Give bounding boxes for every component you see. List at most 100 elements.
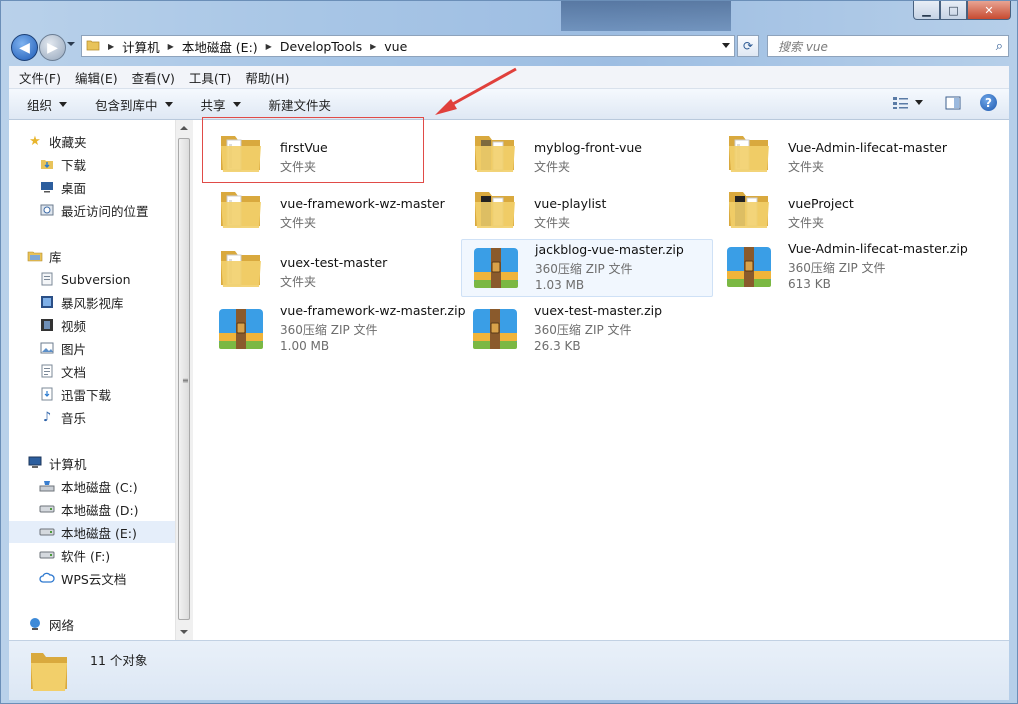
nav-scrollbar[interactable]: ≡ — [175, 120, 193, 640]
nav-downloads[interactable]: 下载 — [39, 153, 86, 175]
chevron-right-icon[interactable]: ▶ — [370, 42, 376, 51]
file-item[interactable]: jackblog-vue-master.zip 360压缩 ZIP 文件 1.0… — [461, 239, 713, 297]
organize-button[interactable]: 组织 — [27, 95, 68, 114]
file-type: 文件夹 — [534, 216, 571, 230]
folder-icon — [469, 182, 521, 234]
video-library-icon — [39, 294, 55, 310]
nav-desktop-label: 桌面 — [61, 180, 87, 196]
menu-help[interactable]: 帮助(H) — [245, 68, 289, 87]
file-name: Vue-Admin-lifecat-master — [788, 140, 947, 155]
breadcrumb-computer[interactable]: 计算机 — [122, 37, 160, 56]
view-options-icon[interactable] — [892, 95, 910, 111]
scroll-thumb[interactable]: ≡ — [178, 138, 190, 620]
forward-button[interactable]: ▶ — [39, 34, 66, 61]
new-folder-button[interactable]: 新建文件夹 — [269, 95, 332, 114]
nav-network[interactable]: 网络 — [27, 613, 74, 635]
nav-drive-f-label: 软件 (F:) — [61, 548, 111, 564]
window-controls: ▁ □ ✕ — [913, 1, 1011, 20]
library-icon — [27, 248, 43, 264]
file-name: Vue-Admin-lifecat-master.zip — [788, 241, 968, 256]
nav-subversion-label: Subversion — [61, 271, 131, 287]
download-doc-icon — [39, 386, 55, 402]
file-item[interactable]: vue-framework-wz-master.zip 360压缩 ZIP 文件… — [207, 301, 466, 357]
breadcrumb-vue[interactable]: vue — [384, 39, 407, 54]
help-icon[interactable]: ? — [980, 94, 997, 111]
file-name: vue-playlist — [534, 196, 607, 211]
file-item[interactable]: vue-playlist 文件夹 — [461, 180, 711, 236]
drive-icon — [39, 501, 55, 517]
nav-pictures[interactable]: 图片 — [39, 337, 86, 359]
menu-edit[interactable]: 编辑(E) — [75, 68, 118, 87]
scroll-down-icon[interactable] — [180, 630, 188, 634]
nav-drive-f[interactable]: 软件 (F:) — [39, 544, 110, 566]
chevron-right-icon[interactable]: ▶ — [108, 42, 114, 51]
breadcrumb-developtools[interactable]: DevelopTools — [280, 39, 362, 54]
back-button[interactable]: ◀ — [11, 34, 38, 61]
history-dropdown-icon[interactable] — [67, 42, 75, 46]
nav-computer[interactable]: 计算机 — [27, 452, 87, 474]
search-icon[interactable]: ⌕ — [996, 39, 1003, 54]
close-button[interactable]: ✕ — [967, 1, 1011, 20]
file-item[interactable]: vuex-test-master 文件夹 — [207, 239, 457, 295]
chevron-right-icon[interactable]: ▶ — [266, 42, 272, 51]
nav-favorites[interactable]: ★ 收藏夹 — [27, 130, 86, 152]
nav-baofeng[interactable]: 暴风影视库 — [39, 291, 124, 313]
file-item[interactable]: vuex-test-master.zip 360压缩 ZIP 文件 26.3 K… — [461, 301, 711, 357]
zip-archive-icon — [469, 303, 521, 355]
scroll-up-icon[interactable] — [180, 126, 188, 130]
nav-videos-label: 视频 — [61, 318, 87, 334]
menu-view[interactable]: 查看(V) — [132, 68, 175, 87]
nav-documents[interactable]: 文档 — [39, 360, 86, 382]
highlight-box — [202, 117, 424, 183]
minimize-button[interactable]: ▁ — [913, 1, 940, 20]
nav-videos[interactable]: 视频 — [39, 314, 86, 336]
desktop-icon — [39, 179, 55, 195]
file-list: firstVue 文件夹 myblog-front-vue 文件夹 Vue-Ad… — [193, 120, 1009, 640]
include-library-button[interactable]: 包含到库中 — [95, 95, 173, 114]
nav-subversion[interactable]: Subversion — [39, 268, 131, 290]
nav-music[interactable]: ♪ 音乐 — [39, 406, 86, 428]
file-name: vue-framework-wz-master — [280, 196, 445, 211]
file-name: vuex-test-master.zip — [534, 303, 663, 318]
nav-xunlei[interactable]: 迅雷下载 — [39, 383, 111, 405]
file-size: 1.00 MB — [280, 339, 330, 353]
nav-drive-c[interactable]: 本地磁盘 (C:) — [39, 475, 138, 497]
document-icon — [39, 363, 55, 379]
title-bar[interactable]: ▁ □ ✕ — [1, 1, 1017, 31]
file-item[interactable]: Vue-Admin-lifecat-master 文件夹 — [715, 124, 965, 180]
chevron-right-icon[interactable]: ▶ — [168, 42, 174, 51]
chevron-down-icon — [164, 101, 173, 107]
address-dropdown-icon[interactable] — [722, 43, 730, 48]
nav-wps[interactable]: WPS云文档 — [39, 567, 126, 589]
view-dropdown-icon[interactable] — [914, 95, 924, 111]
include-library-label: 包含到库中 — [95, 97, 158, 113]
file-type: 文件夹 — [534, 160, 571, 174]
nav-pictures-label: 图片 — [61, 341, 87, 357]
file-item[interactable]: Vue-Admin-lifecat-master.zip 360压缩 ZIP 文… — [715, 239, 968, 295]
nav-drive-e[interactable]: 本地磁盘 (E:) — [9, 521, 175, 543]
file-name: jackblog-vue-master.zip — [535, 242, 684, 257]
folder-icon — [469, 126, 521, 178]
chevron-down-icon — [232, 101, 241, 107]
file-item[interactable]: myblog-front-vue 文件夹 — [461, 124, 711, 180]
object-count: 11 个对象 — [90, 653, 148, 668]
share-button[interactable]: 共享 — [201, 95, 241, 114]
refresh-button[interactable]: ⟳ — [737, 35, 759, 57]
nav-desktop[interactable]: 桌面 — [39, 176, 86, 198]
search-input[interactable]: 搜索 vue ⌕ — [767, 35, 1009, 57]
breadcrumb-drive-e[interactable]: 本地磁盘 (E:) — [182, 37, 258, 56]
menu-file[interactable]: 文件(F) — [19, 68, 61, 87]
nav-recent[interactable]: 最近访问的位置 — [39, 199, 149, 221]
nav-network-label: 网络 — [49, 617, 75, 633]
preview-pane-icon[interactable] — [944, 95, 962, 111]
maximize-button[interactable]: □ — [940, 1, 967, 20]
nav-music-label: 音乐 — [61, 410, 87, 426]
menu-tools[interactable]: 工具(T) — [189, 68, 231, 87]
file-item[interactable]: vueProject 文件夹 — [715, 180, 965, 236]
nav-libraries[interactable]: 库 — [27, 245, 62, 267]
nav-drive-d[interactable]: 本地磁盘 (D:) — [39, 498, 139, 520]
address-bar[interactable]: ▶ 计算机 ▶ 本地磁盘 (E:) ▶ DevelopTools ▶ vue — [81, 35, 735, 57]
file-type: 文件夹 — [280, 275, 317, 289]
folder-icon — [29, 647, 69, 693]
file-item[interactable]: vue-framework-wz-master 文件夹 — [207, 180, 457, 236]
